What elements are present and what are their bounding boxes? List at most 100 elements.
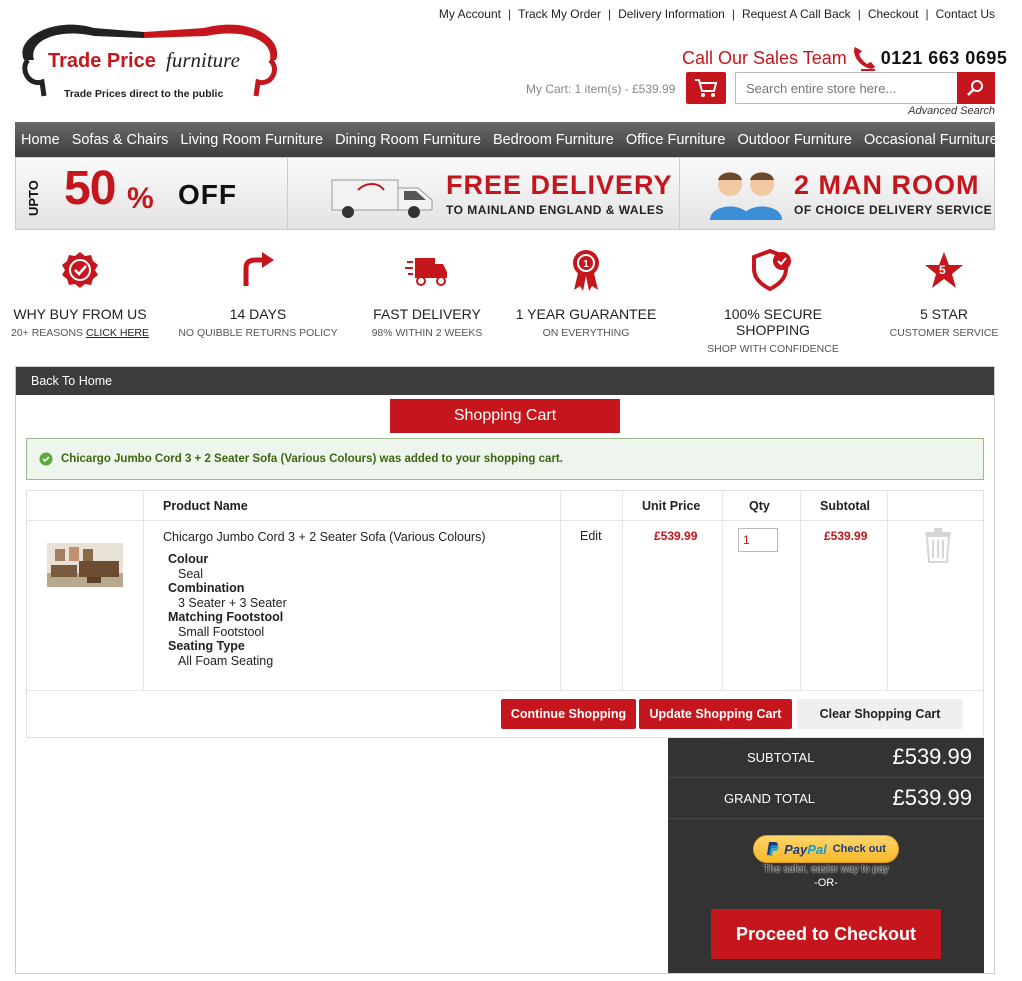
divider: | [507, 7, 512, 21]
site-logo[interactable]: Trade Price furniture Trade Prices direc… [14, 8, 284, 106]
feature-title: 14 DAYS [229, 306, 287, 322]
promo-free-delivery: FREE DELIVERY TO MAINLAND ENGLAND & WALE… [288, 158, 680, 229]
trash-icon [925, 528, 951, 563]
quantity-input[interactable] [738, 528, 778, 552]
badge-check-icon [62, 252, 98, 288]
svg-text:5: 5 [939, 263, 946, 277]
advanced-search-link[interactable]: Advanced Search [908, 105, 995, 117]
option-label: Matching Footstool [168, 610, 284, 624]
click-here-link[interactable]: CLICK HERE [86, 327, 149, 339]
subtotal-row: SUBTOTAL £539.99 [668, 738, 984, 778]
unit-price: £539.99 [654, 529, 698, 543]
delivery-truck-icon [405, 258, 447, 286]
feature-title: 5 STAR [920, 306, 968, 322]
feature-subtitle-text: 20+ REASONS [10, 327, 86, 339]
option-value: Seal [178, 566, 204, 581]
link-request-callback[interactable]: Request A Call Back [742, 7, 851, 21]
grand-total-label: GRAND TOTAL [724, 791, 816, 806]
clear-cart-button[interactable]: Clear Shopping Cart [797, 699, 963, 729]
nav-outdoor[interactable]: Outdoor Furniture [732, 132, 858, 148]
nav-occasional[interactable]: Occasional Furniture [858, 132, 1004, 148]
paypal-checkout-button[interactable]: Pay Pal Check out [753, 835, 899, 863]
discount-amount: 50 [64, 162, 116, 215]
header-qty: Qty [749, 499, 770, 513]
success-check-icon [39, 452, 53, 466]
feature-why-buy[interactable]: WHY BUY FROM US 20+ REASONS CLICK HERE [0, 246, 165, 339]
phone-number[interactable]: 0121 663 0695 [881, 48, 1008, 69]
nav-office[interactable]: Office Furniture [620, 132, 732, 148]
promo-discount: UPTO 50 % OFF [16, 158, 288, 229]
phone-icon [853, 47, 875, 71]
search-icon [967, 80, 983, 96]
link-my-account[interactable]: My Account [439, 7, 501, 21]
feature-secure[interactable]: 100% SECURE SHOPPING SHOP WITH CONFIDENC… [688, 246, 858, 355]
promo-two-man: 2 MAN ROOM OF CHOICE DELIVERY SERVICE [680, 158, 994, 229]
product-name-link[interactable]: Chicargo Jumbo Cord 3 + 2 Seater Sofa (V… [163, 530, 486, 544]
feature-subtitle: ON EVERYTHING [542, 327, 630, 339]
search-input[interactable] [735, 72, 957, 104]
promo-banner[interactable]: UPTO 50 % OFF FREE DELIVERY TO MAINLAND … [15, 157, 995, 230]
or-divider: -OR- [814, 877, 838, 889]
feature-subtitle: CUSTOMER SERVICE [889, 327, 999, 339]
success-message: Chicargo Jumbo Cord 3 + 2 Seater Sofa (V… [26, 438, 984, 480]
feature-fast-delivery[interactable]: FAST DELIVERY 98% WITHIN 2 WEEKS [342, 246, 512, 339]
logo-text-italic: furniture [166, 48, 240, 72]
feature-14-days[interactable]: 14 DAYS NO QUIBBLE RETURNS POLICY [173, 246, 343, 339]
choice-text: OF CHOICE DELIVERY SERVICE [794, 203, 993, 217]
star-icon: 5 [925, 252, 963, 288]
link-delivery-info[interactable]: Delivery Information [618, 7, 725, 21]
feature-subtitle: SHOP WITH CONFIDENCE [707, 343, 839, 355]
shield-check-icon [752, 249, 791, 291]
feature-guarantee[interactable]: 1 1 YEAR GUARANTEE ON EVERYTHING [501, 246, 671, 339]
feature-subtitle: 98% WITHIN 2 WEEKS [371, 327, 483, 339]
nav-sofas-chairs[interactable]: Sofas & Chairs [66, 132, 175, 148]
mini-cart-summary[interactable]: My Cart: 1 item(s) - £539.99 [526, 82, 675, 96]
logo-text-bold: Trade Price [48, 50, 156, 72]
top-links: My Account | Track My Order | Delivery Inf… [439, 7, 995, 21]
mainland-text: TO MAINLAND ENGLAND & WALES [446, 203, 664, 217]
discount-percent: % [127, 182, 154, 215]
header-subtotal: Subtotal [820, 499, 870, 513]
divider: | [925, 7, 929, 21]
link-track-order[interactable]: Track My Order [518, 7, 601, 21]
return-arrow-icon [243, 252, 274, 286]
shopping-cart-icon [695, 79, 718, 97]
product-options: Colour Seal Combination 3 Seater + 3 Sea… [168, 552, 287, 668]
free-delivery-text: FREE DELIVERY [446, 170, 673, 200]
delivery-van-icon [331, 179, 433, 218]
feature-5-star[interactable]: 5 5 STAR CUSTOMER SERVICE [859, 246, 1022, 339]
nav-bedroom[interactable]: Bedroom Furniture [487, 132, 620, 148]
call-sales: Call Our Sales Team 0121 663 0695 [682, 44, 1007, 72]
feature-subtitle: 20+ REASONS CLICK HERE [0, 327, 165, 339]
proceed-checkout-button[interactable]: Proceed to Checkout [711, 909, 941, 959]
cart-button[interactable] [686, 72, 726, 104]
header-unit-price: Unit Price [642, 499, 701, 513]
nav-dining-room[interactable]: Dining Room Furniture [329, 132, 487, 148]
option-value: Small Footstool [178, 624, 265, 639]
paypal-checkout-text: Check out [832, 843, 886, 855]
nav-home[interactable]: Home [15, 132, 66, 148]
remove-item-button[interactable] [923, 527, 953, 568]
page-title: Shopping Cart [390, 399, 620, 433]
paypal-logo-icon [767, 842, 779, 856]
link-contact-us[interactable]: Contact Us [936, 7, 995, 21]
product-image[interactable] [47, 543, 123, 587]
back-to-home-link[interactable]: Back To Home [16, 367, 994, 395]
row-subtotal: £539.99 [824, 529, 868, 543]
continue-shopping-button[interactable]: Continue Shopping [501, 699, 636, 729]
grand-total-value: £539.99 [892, 785, 972, 810]
feature-title: 1 YEAR GUARANTEE [515, 306, 657, 322]
nav-living-room[interactable]: Living Room Furniture [174, 132, 329, 148]
subtotal-value: £539.99 [892, 744, 972, 769]
upto-text: UPTO [26, 180, 41, 216]
link-checkout[interactable]: Checkout [868, 7, 919, 21]
edit-item-link[interactable]: Edit [580, 529, 602, 543]
discount-off: OFF [178, 179, 237, 210]
update-cart-button[interactable]: Update Shopping Cart [639, 699, 792, 729]
two-men-icon [710, 172, 782, 220]
search-button[interactable] [957, 72, 995, 104]
option-value: All Foam Seating [178, 653, 274, 668]
paypal-word-pal: Pal [807, 841, 827, 857]
svg-text:1: 1 [583, 259, 589, 270]
feature-title: WHY BUY FROM US [13, 306, 147, 322]
